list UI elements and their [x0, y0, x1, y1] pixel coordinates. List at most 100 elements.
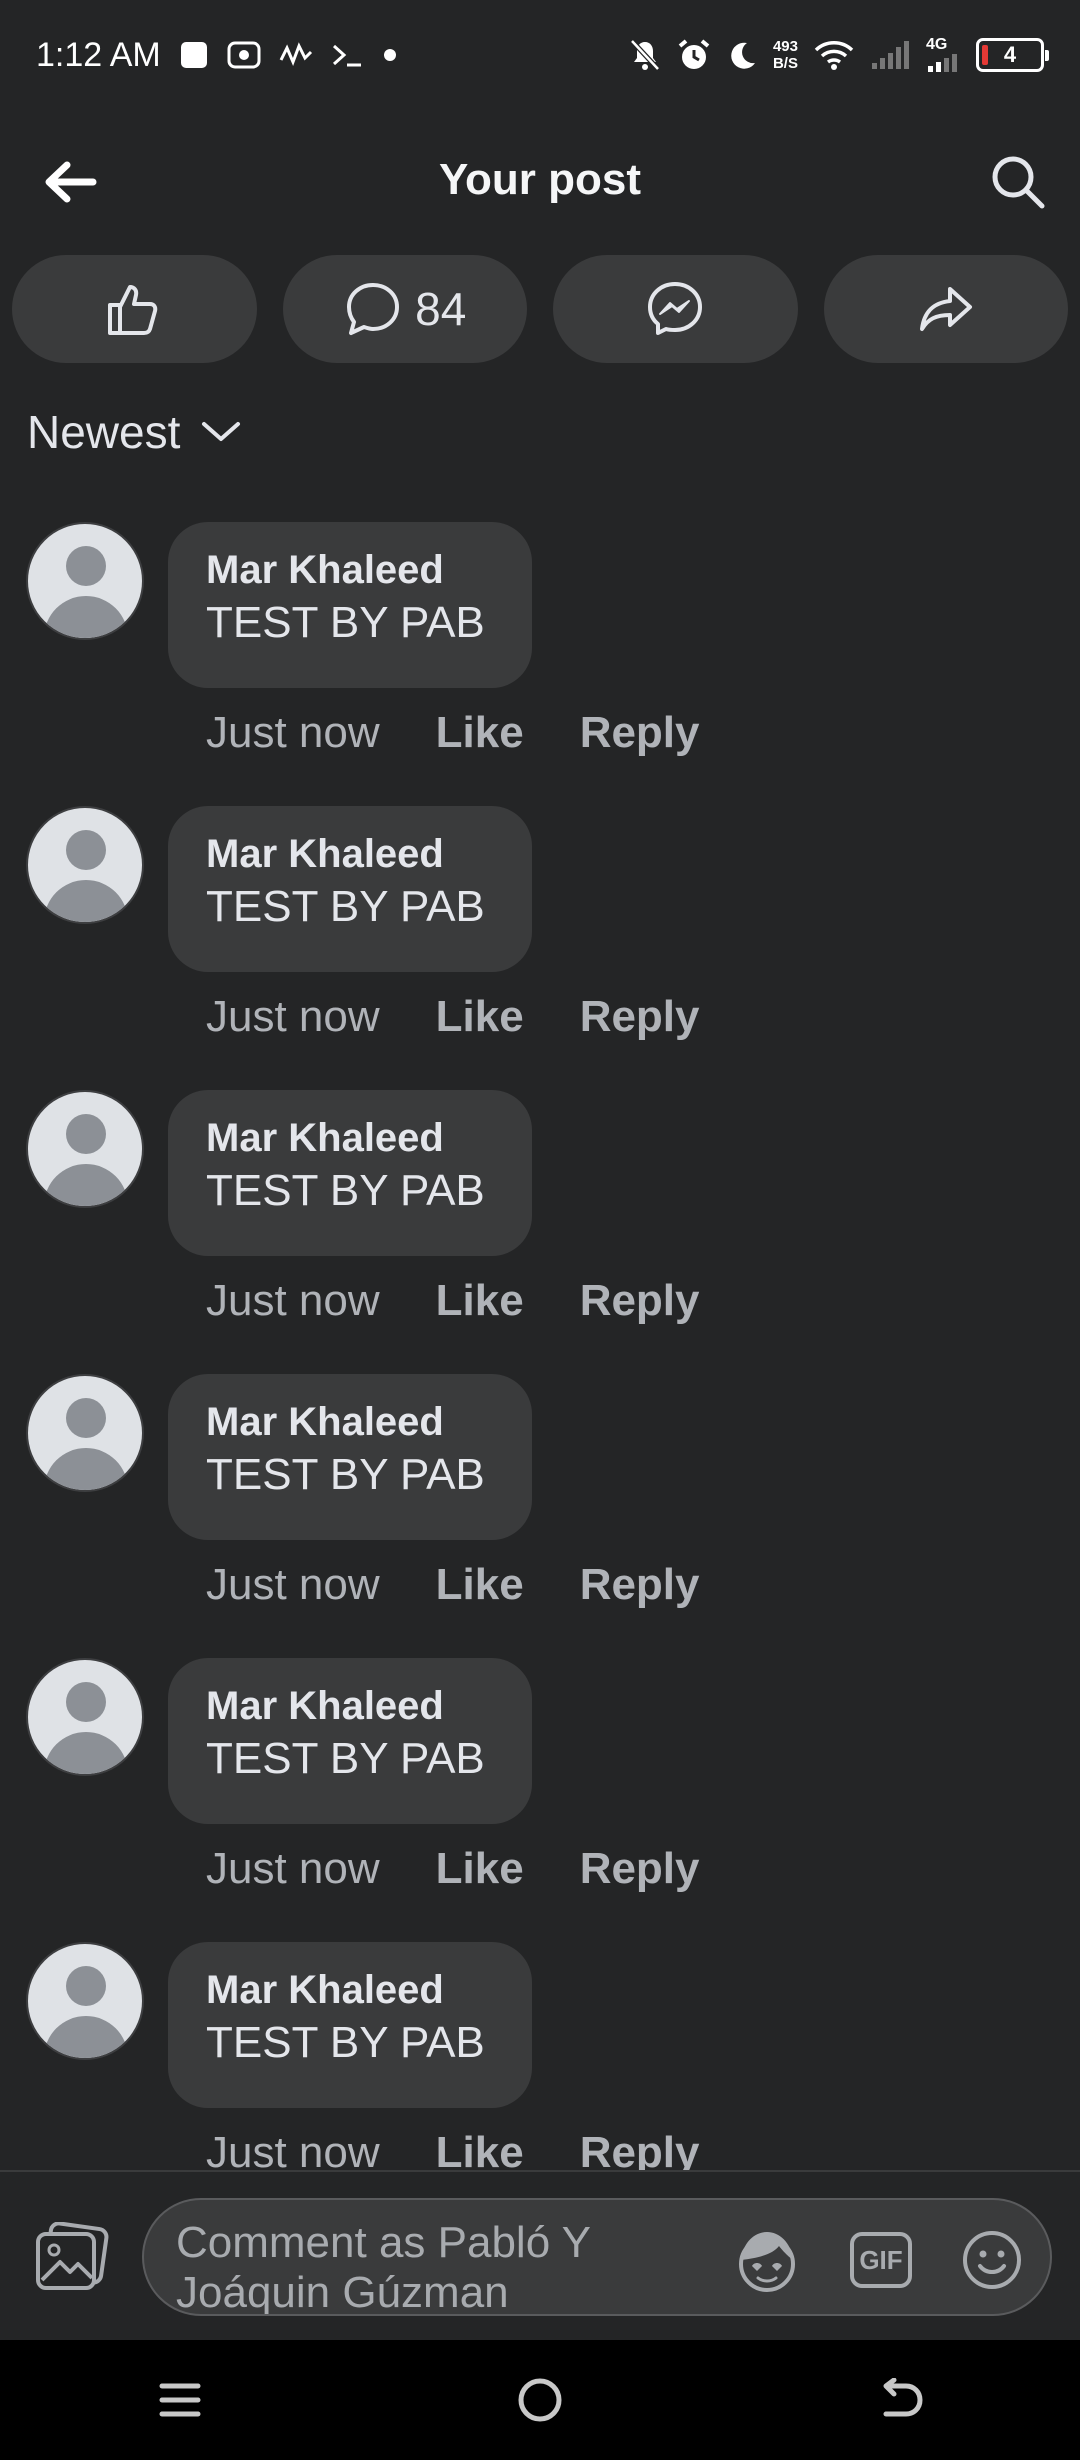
comment-author[interactable]: Mar Khaleed	[206, 1114, 532, 1162]
comment-meta: Just now Like Reply	[206, 992, 700, 1042]
comment-bubble[interactable]: Mar Khaleed TEST BY PAB	[168, 806, 532, 972]
emoji-icon	[963, 2231, 1021, 2289]
comment-meta: Just now Like Reply	[206, 708, 700, 758]
search-icon	[992, 156, 1045, 209]
comment-text: TEST BY PAB	[206, 2018, 485, 2067]
avatar[interactable]	[26, 806, 144, 924]
avatar-body	[44, 1448, 128, 1490]
avatar[interactable]	[26, 1090, 144, 1208]
comment-time: Just now	[206, 2128, 380, 2170]
comment-count: 84	[415, 283, 467, 335]
menu-icon	[159, 2383, 201, 2417]
sort-dropdown[interactable]: Newest	[27, 405, 242, 459]
avatar-body	[44, 596, 128, 638]
comment-item: Mar Khaleed TEST BY PAB Just now Like Re…	[0, 1374, 1080, 1658]
share-button[interactable]	[823, 255, 1068, 363]
status-bar: 1:12 AM 493 B/S 4G 4	[0, 0, 1080, 110]
mute-icon	[629, 38, 661, 72]
alarm-icon	[677, 38, 711, 72]
comment-like-button[interactable]: Like	[436, 992, 524, 1042]
chevron-down-icon	[202, 422, 241, 441]
dot-icon	[383, 48, 397, 62]
comment-like-button[interactable]: Like	[436, 1276, 524, 1326]
comment-bubble[interactable]: Mar Khaleed TEST BY PAB	[168, 1658, 532, 1824]
like-button[interactable]	[12, 255, 257, 363]
back-icon	[883, 2378, 923, 2417]
battery-fill	[982, 45, 988, 65]
avatar[interactable]	[26, 1374, 144, 1492]
recent-apps-button[interactable]	[140, 2360, 220, 2440]
thumbs-up-icon	[108, 285, 158, 335]
avatar-head	[66, 1966, 106, 2006]
avatar[interactable]	[26, 522, 144, 640]
avatar-sticker-icon	[739, 2232, 795, 2292]
comment-reply-button[interactable]: Reply	[580, 2128, 700, 2170]
sort-label: Newest	[27, 406, 181, 458]
share-icon	[919, 287, 972, 331]
comment-bubble[interactable]: Mar Khaleed TEST BY PAB	[168, 1942, 532, 2108]
network-type-label: 4G	[926, 36, 948, 53]
terminal-icon	[331, 40, 365, 70]
comment-item: Mar Khaleed TEST BY PAB Just now Like Re…	[0, 1090, 1080, 1374]
page-title: Your post	[438, 155, 642, 204]
messenger-icon	[648, 282, 703, 335]
status-bar-right: 493 B/S 4G 4	[629, 36, 1049, 72]
comment-like-button[interactable]: Like	[436, 1560, 524, 1610]
comment-author[interactable]: Mar Khaleed	[206, 1398, 532, 1446]
comment-reply-button[interactable]: Reply	[580, 1844, 700, 1894]
system-back-button[interactable]	[860, 2360, 940, 2440]
gallery-button[interactable]	[34, 2221, 110, 2294]
comment-author[interactable]: Mar Khaleed	[206, 546, 532, 594]
avatar-sticker-button[interactable]	[732, 2226, 802, 2296]
comment-like-button[interactable]: Like	[436, 1844, 524, 1894]
avatar-body	[44, 880, 128, 922]
chart-icon	[279, 40, 313, 70]
avatar[interactable]	[26, 1658, 144, 1776]
comment-button[interactable]: 84	[282, 255, 527, 363]
avatar[interactable]	[26, 1942, 144, 2060]
net-speed: 493 B/S	[773, 38, 798, 72]
comment-author[interactable]: Mar Khaleed	[206, 1966, 532, 2014]
comment-reply-button[interactable]: Reply	[580, 1560, 700, 1610]
comment-like-button[interactable]: Like	[436, 708, 524, 758]
comment-item: Mar Khaleed TEST BY PAB Just now Like Re…	[0, 1658, 1080, 1942]
wifi-icon	[814, 39, 854, 71]
comment-bubble[interactable]: Mar Khaleed TEST BY PAB	[168, 1090, 532, 1256]
avatar-body	[44, 1732, 128, 1774]
gif-button[interactable]: GIF	[850, 2232, 912, 2288]
network-type-signal: 4G	[926, 36, 960, 72]
comment-list: Mar Khaleed TEST BY PAB Just now Like Re…	[0, 522, 1080, 2170]
comment-reply-button[interactable]: Reply	[580, 992, 700, 1042]
messenger-button[interactable]	[553, 255, 798, 363]
moon-icon	[727, 40, 757, 70]
comment-author[interactable]: Mar Khaleed	[206, 830, 532, 878]
search-button[interactable]	[986, 150, 1050, 214]
arrow-left-icon	[45, 161, 97, 203]
media-icon	[227, 40, 261, 70]
comment-reply-button[interactable]: Reply	[580, 708, 700, 758]
comment-reply-button[interactable]: Reply	[580, 1276, 700, 1326]
comment-input[interactable]: Comment as Pabló Y Joáquin Gúzman GIF	[142, 2198, 1052, 2316]
comment-text: TEST BY PAB	[206, 882, 485, 931]
avatar-head	[66, 1682, 106, 1722]
emoji-button[interactable]	[960, 2228, 1024, 2292]
comment-time: Just now	[206, 708, 380, 757]
comment-time: Just now	[206, 1844, 380, 1893]
comment-like-button[interactable]: Like	[436, 2128, 524, 2170]
home-button[interactable]	[500, 2360, 580, 2440]
comment-bubble[interactable]: Mar Khaleed TEST BY PAB	[168, 1374, 532, 1540]
comment-text: TEST BY PAB	[206, 1734, 485, 1783]
comment-composer: Comment as Pabló Y Joáquin Gúzman GIF	[0, 2170, 1080, 2340]
gif-label: GIF	[859, 2244, 903, 2275]
avatar-head	[66, 830, 106, 870]
comment-item: Mar Khaleed TEST BY PAB Just now Like Re…	[0, 1942, 1080, 2170]
comment-bubble[interactable]: Mar Khaleed TEST BY PAB	[168, 522, 532, 688]
home-icon	[518, 2378, 562, 2422]
net-speed-unit: B/S	[772, 55, 798, 72]
header: Your post	[0, 130, 1080, 230]
avatar-head	[66, 1114, 106, 1154]
comment-time: Just now	[206, 1560, 380, 1609]
comment-author[interactable]: Mar Khaleed	[206, 1682, 532, 1730]
back-button[interactable]	[40, 152, 100, 212]
comment-meta: Just now Like Reply	[206, 1560, 700, 1610]
